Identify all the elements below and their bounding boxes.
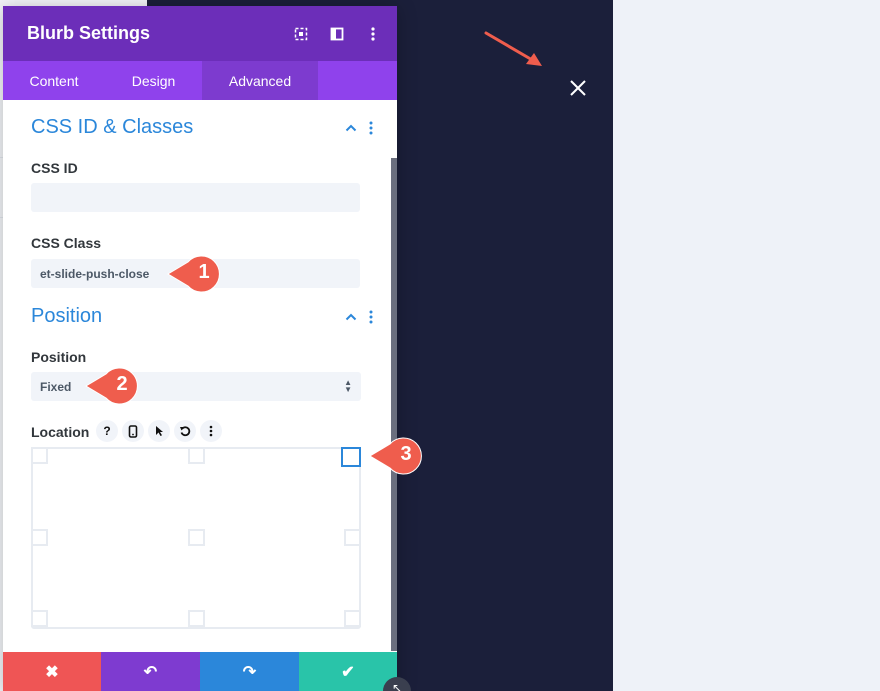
save-button[interactable]: ✔ [299, 652, 397, 691]
css-id-label: CSS ID [31, 160, 78, 176]
position-label: Position [31, 349, 87, 365]
location-grid [31, 447, 361, 629]
annotation-number: 2 [116, 373, 128, 395]
chevron-up-icon[interactable] [345, 313, 357, 321]
location-label: Location [31, 424, 90, 440]
blurb-settings-panel: Blurb Settings Content Design Advanced C… [3, 6, 397, 691]
help-icon[interactable]: ? [96, 420, 118, 442]
tab-content[interactable]: Content [3, 61, 105, 100]
css-class-label: CSS Class [31, 235, 102, 251]
more-vertical-icon[interactable] [369, 310, 373, 324]
location-icons: ? [96, 420, 222, 442]
location-center-left[interactable] [31, 529, 48, 546]
page-background-right [613, 0, 880, 691]
section-controls-position [345, 310, 373, 324]
redo-button[interactable]: ↷ [200, 652, 299, 691]
annotation-number: 3 [400, 443, 412, 465]
tab-design[interactable]: Design [105, 61, 202, 100]
select-caret-icon: ▲ ▼ [344, 378, 352, 394]
position-select[interactable]: Fixed ▲ ▼ [31, 372, 361, 401]
location-top-center[interactable] [188, 447, 205, 464]
panel-footer: ✖ ↶ ↷ ✔ [3, 652, 397, 691]
tab-advanced[interactable]: Advanced [202, 61, 318, 100]
panel-scrollbar[interactable] [391, 158, 397, 651]
location-bottom-center[interactable] [188, 610, 205, 627]
location-top-left[interactable] [31, 447, 48, 464]
section-title-css[interactable]: CSS ID & Classes [31, 116, 193, 139]
more-vertical-icon[interactable] [355, 16, 391, 52]
location-center-right[interactable] [344, 529, 361, 546]
close-icon[interactable] [566, 76, 590, 100]
undo-button[interactable]: ↶ [101, 652, 200, 691]
section-controls-css [345, 121, 373, 135]
location-bottom-left[interactable] [31, 610, 48, 627]
fullscreen-icon[interactable] [283, 16, 319, 52]
location-center[interactable] [188, 529, 205, 546]
position-select-value: Fixed [40, 379, 72, 394]
reset-icon[interactable] [174, 420, 196, 442]
section-title-position[interactable]: Position [31, 305, 102, 328]
split-view-icon[interactable] [319, 16, 355, 52]
more-vertical-icon[interactable] [200, 420, 222, 442]
panel-header: Blurb Settings [3, 6, 397, 61]
location-bottom-right[interactable] [344, 610, 361, 627]
location-top-right[interactable] [341, 447, 361, 467]
arrow-annotation-icon [484, 31, 542, 66]
chevron-up-icon[interactable] [345, 124, 357, 132]
more-vertical-icon[interactable] [369, 121, 373, 135]
panel-title: Blurb Settings [27, 23, 151, 43]
annotation-number: 1 [198, 261, 210, 283]
cursor-icon[interactable] [148, 420, 170, 442]
tab-bar: Content Design Advanced [3, 61, 397, 100]
mobile-icon[interactable] [122, 420, 144, 442]
discard-button[interactable]: ✖ [3, 652, 101, 691]
css-id-field[interactable] [31, 183, 360, 212]
